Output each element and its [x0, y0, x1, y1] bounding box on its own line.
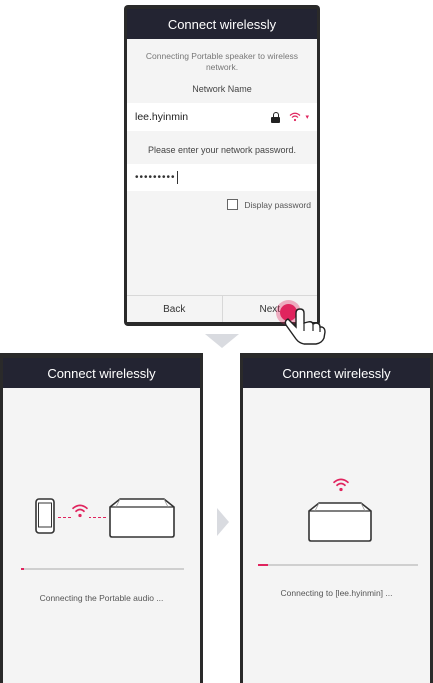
speaker-icon — [109, 498, 175, 538]
left-phone-frame: Connect wirelessly Connecting the Portab… — [0, 353, 203, 683]
lock-icon — [271, 111, 281, 123]
progress-fill — [21, 568, 25, 570]
title-bar: Connect wirelessly — [3, 358, 200, 388]
password-prompt: Please enter your network password. — [147, 145, 297, 155]
network-name-label: Network Name — [192, 84, 252, 94]
screen-title: Connect wirelessly — [47, 365, 156, 381]
right-arrow — [217, 508, 229, 536]
progress-bar — [258, 564, 418, 566]
title-bar: Connect wirelessly — [127, 9, 317, 39]
back-button[interactable]: Back — [127, 296, 222, 322]
chevron-down-icon: ▾ — [305, 114, 309, 121]
connecting-device-screen: Connect wirelessly Connecting the Portab… — [3, 358, 200, 683]
wifi-icon — [290, 112, 301, 122]
display-password-label: Display password — [244, 199, 311, 210]
progress-bar — [21, 568, 184, 570]
display-password-row[interactable]: Display password — [127, 199, 317, 210]
wifi-icon — [332, 478, 350, 492]
top-phone-frame: Connect wirelessly Connecting Portable s… — [124, 5, 320, 326]
progress-fill — [258, 564, 268, 566]
display-password-checkbox[interactable] — [227, 199, 239, 210]
text-cursor — [176, 171, 178, 184]
speaker-icon — [308, 502, 372, 542]
wifi-icon — [71, 504, 89, 518]
connecting-network-screen: Connect wirelessly Connecting to [lee.hy… — [243, 358, 430, 683]
password-screen: Connect wirelessly Connecting Portable s… — [127, 9, 317, 322]
title-bar: Connect wirelessly — [243, 358, 430, 388]
right-phone-frame: Connect wirelessly Connecting to [lee.hy… — [240, 353, 433, 683]
screen-title: Connect wirelessly — [282, 365, 391, 381]
status-text: Connecting the Portable audio ... — [39, 593, 164, 603]
network-name-value: lee.hyinmin — [135, 111, 189, 123]
network-select[interactable]: lee.hyinmin ▾ — [127, 103, 317, 131]
screen-title: Connect wirelessly — [167, 16, 277, 32]
description-text: Connecting Portable speaker to wireless … — [145, 51, 299, 72]
smartphone-icon — [35, 498, 55, 534]
status-text: Connecting to [lee.hyinmin] ... — [280, 588, 393, 598]
hand-pointer-icon — [284, 308, 326, 345]
password-value: ••••••••• — [135, 172, 176, 183]
password-field[interactable]: ••••••••• — [127, 164, 317, 191]
down-arrow — [205, 334, 239, 348]
